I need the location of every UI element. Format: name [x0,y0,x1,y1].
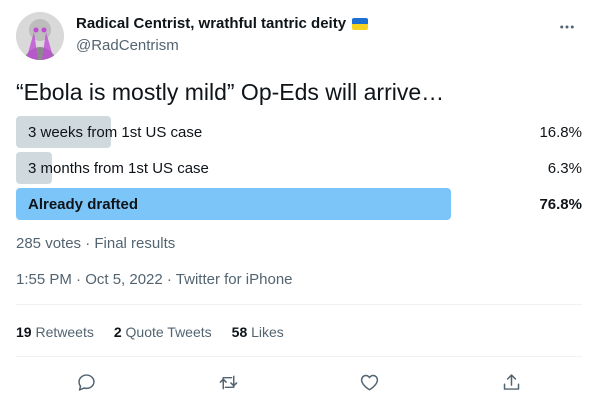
poll-option-label: 3 weeks from 1st US case [28,124,203,141]
avatar[interactable] [16,12,64,60]
retweet-button[interactable] [211,368,245,396]
action-bar [16,368,582,396]
reply-icon [78,373,95,391]
poll-option-percent: 16.8% [539,124,582,141]
like-button[interactable] [353,368,387,396]
retweet-icon [219,375,238,389]
author-handle[interactable]: @RadCentrism [76,37,179,54]
share-button[interactable] [494,368,528,396]
likes-stat[interactable]: 58 Likes [232,324,284,340]
divider [16,356,582,357]
quote-tweets-stat[interactable]: 2 Quote Tweets [114,324,212,340]
retweets-label: Retweets [35,324,94,340]
quote-tweets-label: Quote Tweets [125,324,212,340]
ukraine-flag-icon [352,17,369,30]
poll-option: 3 weeks from 1st US case 16.8% [16,116,582,148]
author-display-name: Radical Centrist, wrathful tantric deity [76,15,347,32]
engagement-stats: 19 Retweets 2 Quote Tweets 58 Likes [16,324,284,340]
poll-option: Already drafted 76.8% [16,188,582,220]
poll: 3 weeks from 1st US case 16.8% 3 months … [16,116,582,224]
reply-button[interactable] [70,368,104,396]
more-options-button[interactable] [552,12,582,42]
poll-option-label: Already drafted [28,196,139,213]
likes-count: 58 [231,324,248,340]
like-icon [361,374,379,391]
poll-option-label: 3 months from 1st US case [28,160,209,177]
poll-option: 3 months from 1st US case 6.3% [16,152,582,184]
more-dots-icon [560,25,574,29]
retweets-stat[interactable]: 19 Retweets [16,324,94,340]
author-name[interactable]: Radical Centrist, wrathful tantric deity [76,15,369,32]
poll-option-percent: 6.3% [547,160,582,177]
tweet-timestamp[interactable]: 1:55 PM · Oct 5, 2022 · Twitter for iPho… [16,271,293,288]
likes-label: Likes [251,324,284,340]
divider [16,304,582,305]
avatar-image [16,12,64,60]
retweets-count: 19 [16,324,32,340]
tweet-text: “Ebola is mostly mild” Op-Eds will arriv… [16,79,445,105]
quote-tweets-count: 2 [113,324,122,340]
poll-results-meta: 285 votes · Final results [16,235,176,252]
poll-option-percent: 76.8% [539,196,582,213]
share-icon [503,373,519,390]
